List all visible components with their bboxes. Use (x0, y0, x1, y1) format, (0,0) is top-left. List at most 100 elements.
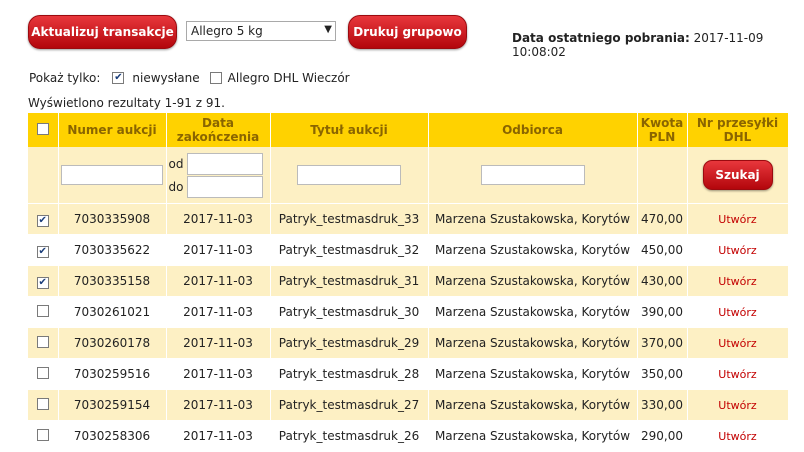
row-checkbox-cell (28, 296, 59, 328)
recipient: Marzena Szustakowska, Korytów (428, 420, 638, 452)
auction-number-filter-input[interactable] (61, 165, 163, 185)
header-end-date[interactable]: Data zakończenia (166, 113, 271, 147)
row-checkbox[interactable] (36, 397, 49, 410)
create-shipment-link[interactable]: Utwórz (718, 275, 756, 288)
create-shipment-link[interactable]: Utwórz (718, 213, 756, 226)
title-filter-input[interactable] (297, 165, 401, 185)
row-checkbox[interactable] (36, 304, 49, 317)
create-shipment-link[interactable]: Utwórz (718, 306, 756, 319)
auction-title: Patryk_testmasdruk_33 (270, 203, 429, 235)
create-shipment-cell: Utwórz (687, 389, 789, 421)
filter-empty (28, 147, 59, 204)
shipping-method-select[interactable]: Allegro 5 kg ▼ (186, 21, 336, 41)
auction-number: 7030261021 (58, 296, 167, 328)
auction-title: Patryk_testmasdruk_28 (270, 358, 429, 390)
row-checkbox-cell: ✔ (28, 265, 59, 297)
create-shipment-cell: Utwórz (687, 327, 789, 359)
table-row: 7030260178 2017-11-03 Patryk_testmasdruk_2… (28, 327, 789, 359)
create-shipment-cell: Utwórz (687, 265, 789, 297)
auction-title: Patryk_testmasdruk_29 (270, 327, 429, 359)
amount: 430,00 (637, 265, 688, 297)
chevron-down-icon: ▼ (324, 24, 332, 35)
header-recipient[interactable]: Odbiorca (428, 113, 638, 147)
unsent-checkbox[interactable]: ✔ (112, 72, 125, 84)
header-auction-title[interactable]: Tytuł aukcji (270, 113, 429, 147)
amount: 450,00 (637, 234, 688, 266)
recipient-filter-input[interactable] (480, 165, 585, 185)
auction-number: 7030335908 (58, 203, 167, 235)
amount: 370,00 (637, 327, 688, 359)
table-row: 7030259154 2017-11-03 Patryk_testmasdruk_2… (28, 389, 789, 421)
amount: 290,00 (637, 420, 688, 452)
print-group-button[interactable]: Drukuj grupowo (348, 15, 467, 49)
header-dhl-number[interactable]: Nr przesyłki DHL (687, 113, 789, 147)
end-date: 2017-11-03 (166, 234, 271, 266)
last-fetch-info: Data ostatniego pobrania: 2017-11-09 10:… (512, 31, 804, 59)
filters-row: Pokaż tylko: ✔ niewysłane Allegro DHL Wi… (29, 71, 350, 85)
auction-number: 7030258306 (58, 420, 167, 452)
row-checkbox-cell (28, 389, 59, 421)
auctions-table: Numer aukcji Data zakończenia Tytuł aukc… (28, 113, 789, 452)
table-row: 7030261021 2017-11-03 Patryk_testmasdruk_3… (28, 296, 789, 328)
table-row: 7030259516 2017-11-03 Patryk_testmasdruk_2… (28, 358, 789, 390)
create-shipment-link[interactable]: Utwórz (718, 430, 756, 443)
filter-amount-cell (637, 147, 688, 204)
unsent-label: niewysłane (132, 71, 200, 85)
recipient: Marzena Szustakowska, Korytów (428, 296, 638, 328)
recipient: Marzena Szustakowska, Korytów (428, 327, 638, 359)
auction-number: 7030259516 (58, 358, 167, 390)
end-date: 2017-11-03 (166, 327, 271, 359)
filter-auction-cell (58, 147, 167, 204)
create-shipment-link[interactable]: Utwórz (718, 368, 756, 381)
auction-number: 7030259154 (58, 389, 167, 421)
shipping-method-value: Allegro 5 kg (191, 24, 263, 38)
auction-title: Patryk_testmasdruk_32 (270, 234, 429, 266)
auction-title: Patryk_testmasdruk_30 (270, 296, 429, 328)
create-shipment-cell: Utwórz (687, 234, 789, 266)
table-row: ✔ 7030335908 2017-11-03 Patryk_testmasdruk_… (28, 203, 789, 235)
auction-number: 7030335622 (58, 234, 167, 266)
end-date: 2017-11-03 (166, 420, 271, 452)
date-from-label: od (168, 156, 184, 171)
row-checkbox-cell (28, 327, 59, 359)
recipient: Marzena Szustakowska, Korytów (428, 389, 638, 421)
end-date: 2017-11-03 (166, 296, 271, 328)
amount: 390,00 (637, 296, 688, 328)
end-date: 2017-11-03 (166, 358, 271, 390)
header-auction-number[interactable]: Numer aukcji (58, 113, 167, 147)
search-button[interactable]: Szukaj (702, 160, 773, 190)
auction-number: 7030260178 (58, 327, 167, 359)
row-checkbox[interactable]: ✔ (36, 276, 49, 289)
amount: 350,00 (637, 358, 688, 390)
create-shipment-cell: Utwórz (687, 358, 789, 390)
create-shipment-cell: Utwórz (687, 203, 789, 235)
end-date: 2017-11-03 (166, 389, 271, 421)
recipient: Marzena Szustakowska, Korytów (428, 203, 638, 235)
create-shipment-cell: Utwórz (687, 420, 789, 452)
amount: 330,00 (637, 389, 688, 421)
recipient: Marzena Szustakowska, Korytów (428, 234, 638, 266)
filter-row: od do Szukaj (28, 147, 789, 204)
amount: 470,00 (637, 203, 688, 235)
show-only-label: Pokaż tylko: (29, 71, 101, 85)
dhl-evening-label: Allegro DHL Wieczór (227, 71, 350, 85)
date-from-input[interactable] (186, 152, 263, 175)
date-to-input[interactable] (186, 175, 263, 198)
row-checkbox[interactable] (36, 366, 49, 379)
filter-recipient-cell (428, 147, 638, 204)
results-count: Wyświetlono rezultaty 1-91 z 91. (28, 96, 225, 110)
update-transactions-button[interactable]: Aktualizuj transakcje (28, 15, 177, 49)
dhl-evening-checkbox[interactable] (209, 72, 222, 84)
create-shipment-cell: Utwórz (687, 296, 789, 328)
row-checkbox[interactable]: ✔ (36, 245, 49, 258)
row-checkbox[interactable] (36, 335, 49, 348)
row-checkbox[interactable]: ✔ (36, 214, 49, 227)
row-checkbox-cell: ✔ (28, 234, 59, 266)
row-checkbox[interactable] (36, 428, 49, 441)
header-amount[interactable]: Kwota PLN (637, 113, 688, 147)
auction-title: Patryk_testmasdruk_31 (270, 265, 429, 297)
select-all-checkbox[interactable] (36, 122, 49, 135)
create-shipment-link[interactable]: Utwórz (718, 399, 756, 412)
create-shipment-link[interactable]: Utwórz (718, 244, 756, 257)
create-shipment-link[interactable]: Utwórz (718, 337, 756, 350)
